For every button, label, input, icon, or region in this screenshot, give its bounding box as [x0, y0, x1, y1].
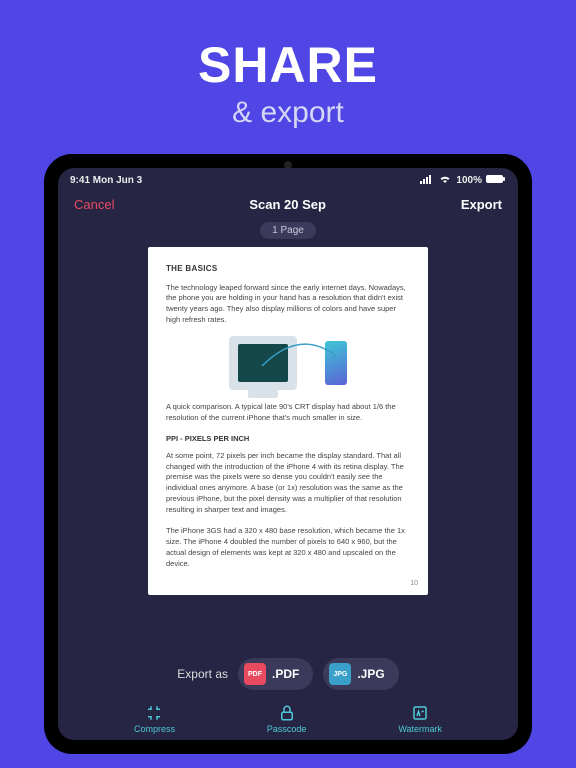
pdf-icon: PDF — [244, 663, 266, 685]
passcode-label: Passcode — [267, 724, 307, 734]
signal-icon — [420, 174, 434, 187]
document-preview-area: THE BASICS The technology leaped forward… — [58, 239, 518, 654]
doc-illustration — [166, 336, 410, 390]
bottom-toolbar: Compress Passcode Watermark — [58, 700, 518, 740]
doc-heading-basics: THE BASICS — [166, 263, 410, 275]
doc-heading-ppi: PPI - PIXELS PER INCH — [166, 434, 410, 445]
page-count-chip[interactable]: 1 Page — [260, 222, 316, 239]
watermark-button[interactable]: Watermark — [398, 704, 442, 734]
hero-title: SHARE — [198, 36, 378, 94]
promo-hero: SHARE & export — [198, 0, 378, 146]
export-jpg-button[interactable]: JPG .JPG — [323, 658, 398, 690]
compress-button[interactable]: Compress — [134, 704, 175, 734]
compress-icon — [145, 704, 163, 722]
page-title: Scan 20 Sep — [249, 197, 326, 212]
export-format-row: Export as PDF .PDF JPG .JPG — [58, 654, 518, 700]
doc-paragraph: The technology leaped forward since the … — [166, 283, 410, 327]
crt-monitor-icon — [229, 336, 297, 390]
app-screen: 9:41 Mon Jun 3 100% Cancel Scan 20 Sep E… — [58, 168, 518, 740]
wifi-icon — [438, 174, 452, 187]
watermark-icon — [411, 704, 429, 722]
passcode-button[interactable]: Passcode — [267, 704, 307, 734]
lock-icon — [278, 704, 296, 722]
doc-paragraph: The iPhone 3GS had a 320 x 480 base reso… — [166, 526, 410, 570]
battery-percent: 100% — [456, 175, 482, 186]
status-bar: 9:41 Mon Jun 3 100% — [58, 168, 518, 189]
doc-page-number: 10 — [410, 579, 418, 589]
jpg-icon: JPG — [329, 663, 351, 685]
export-as-label: Export as — [177, 667, 228, 681]
export-pdf-label: .PDF — [272, 667, 299, 681]
doc-paragraph: A quick comparison. A typical late 90's … — [166, 402, 410, 424]
compress-label: Compress — [134, 724, 175, 734]
tablet-frame: 9:41 Mon Jun 3 100% Cancel Scan 20 Sep E… — [44, 154, 532, 754]
status-right: 100% — [420, 174, 506, 187]
doc-paragraph: At some point, 72 pixels per inch became… — [166, 451, 410, 516]
battery-icon — [486, 174, 506, 187]
smartphone-icon — [325, 341, 347, 385]
export-pdf-button[interactable]: PDF .PDF — [238, 658, 313, 690]
export-button[interactable]: Export — [461, 197, 502, 212]
tablet-camera — [284, 161, 292, 169]
export-jpg-label: .JPG — [357, 667, 384, 681]
status-time: 9:41 Mon Jun 3 — [70, 175, 142, 186]
document-page[interactable]: THE BASICS The technology leaped forward… — [148, 247, 428, 595]
nav-bar: Cancel Scan 20 Sep Export — [58, 189, 518, 218]
hero-subtitle: & export — [198, 96, 378, 130]
watermark-label: Watermark — [398, 724, 442, 734]
cancel-button[interactable]: Cancel — [74, 197, 114, 212]
